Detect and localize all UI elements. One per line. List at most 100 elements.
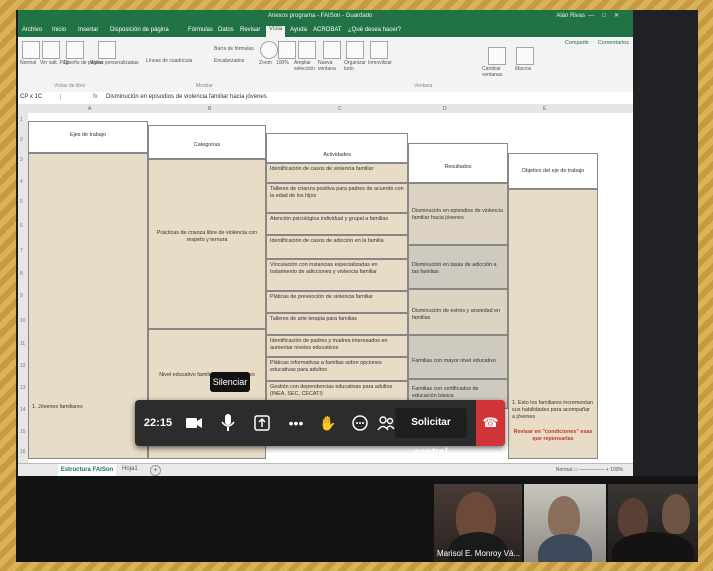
cell-resultado[interactable]: Disminución en tasas de adicción a las f… — [408, 245, 508, 289]
header-categorias[interactable]: Categorías — [148, 125, 266, 159]
switch-windows-label: Cambiar ventanas — [482, 66, 503, 78]
tab-ayuda[interactable]: Ayuda — [290, 27, 307, 33]
cell-actividad[interactable]: Identificación de padres y madres intere… — [266, 335, 408, 357]
freeze-panes-icon[interactable] — [370, 41, 388, 59]
row-header[interactable]: 6 — [20, 223, 23, 229]
participant-video-tile[interactable] — [524, 484, 606, 562]
cell-actividad[interactable]: Pláticas de prevención de violencia fami… — [266, 291, 408, 313]
column-header-e[interactable]: E — [543, 106, 546, 112]
maximize-icon[interactable]: □ — [602, 13, 614, 19]
add-sheet-icon[interactable]: + — [150, 465, 161, 476]
custom-views-icon[interactable] — [98, 41, 116, 59]
mute-tooltip: Silenciar — [210, 372, 250, 392]
row-header[interactable]: 13 — [20, 385, 26, 391]
tell-me-search[interactable]: ¿Qué desea hacer? — [348, 27, 401, 33]
header-ejes[interactable]: Ejes de trabajo — [28, 121, 148, 153]
tab-disposicion[interactable]: Disposición de página — [110, 27, 169, 33]
column-header-a[interactable]: A — [88, 106, 91, 112]
share-screen-icon[interactable] — [251, 411, 273, 435]
header-objetivo[interactable]: Objetivo del eje de trabajo — [508, 153, 598, 189]
row-header[interactable]: 4 — [20, 179, 23, 185]
tab-inicio[interactable]: Inicio — [52, 27, 66, 33]
row-header[interactable]: 2 — [20, 137, 23, 143]
cell-actividad[interactable]: Identificación de casos de adicción en l… — [266, 235, 408, 259]
fx-icon[interactable]: fx — [93, 94, 98, 100]
minimize-icon[interactable]: — — [588, 13, 602, 19]
tab-datos[interactable]: Datos — [218, 27, 234, 33]
cell-actividad[interactable]: Atención psicológica individual y grupal… — [266, 213, 408, 235]
normal-view-icon[interactable] — [22, 41, 40, 59]
row-header[interactable]: 5 — [20, 199, 23, 205]
tab-insertar[interactable]: Insertar — [78, 27, 98, 33]
cell-eje[interactable]: 1. Jóvenes familiares — [28, 153, 148, 459]
header-actividades[interactable]: Actividades — [266, 133, 408, 163]
cell-resultado[interactable]: Disminución en episodios de violencia fa… — [408, 183, 508, 245]
row-header[interactable]: 9 — [20, 293, 23, 299]
cell-actividad[interactable]: Talleres de crianza positiva para padres… — [266, 183, 408, 213]
tab-archivo[interactable]: Archivo — [22, 27, 42, 33]
row-header[interactable]: 3 — [20, 157, 23, 163]
name-box[interactable]: CP x 1C — [20, 94, 61, 100]
switch-windows-icon[interactable] — [488, 47, 506, 65]
new-window-icon[interactable] — [323, 41, 341, 59]
cell-actividad[interactable]: Pláticas informativas a familias sobre o… — [266, 357, 408, 381]
hang-up-button[interactable]: ☎ — [476, 400, 505, 446]
page-layout-icon[interactable] — [66, 41, 84, 59]
window-controls[interactable]: —□✕ — [588, 12, 627, 19]
request-control-button[interactable]: Solicitar control — [395, 408, 467, 458]
chat-icon[interactable] — [349, 411, 371, 435]
macros-icon[interactable] — [516, 47, 534, 65]
cell-objetivo[interactable]: 1. Esto los familiares incrementan sus h… — [508, 189, 598, 459]
header-resultados[interactable]: Resultados — [408, 143, 508, 183]
zoom-icon[interactable] — [260, 41, 278, 59]
page-break-icon[interactable] — [42, 41, 60, 59]
zoom-100-icon[interactable] — [278, 41, 296, 59]
column-header-c[interactable]: C — [338, 106, 342, 112]
formula-input[interactable]: Disminución en episodios de violencia fa… — [106, 94, 267, 100]
raise-hand-icon[interactable]: ✋ — [317, 411, 339, 435]
tab-vista[interactable]: Vista — [266, 26, 286, 37]
tab-acrobat[interactable]: ACROBAT — [313, 27, 342, 33]
column-header-b[interactable]: B — [208, 106, 211, 112]
cell-actividad[interactable]: Identificación de casos de violencia fam… — [266, 163, 408, 183]
gridlines-checkbox[interactable]: Líneas de cuadrícula — [146, 58, 192, 64]
comments-button[interactable]: Comentarios — [598, 40, 629, 46]
headings-checkbox[interactable]: Encabezados — [214, 58, 244, 64]
tab-revisar[interactable]: Revisar — [240, 27, 260, 33]
sheet-tab-estructura[interactable]: Estructura FAISon — [58, 464, 116, 476]
share-button[interactable]: Compartir — [565, 40, 589, 46]
row-header[interactable]: 16 — [20, 449, 26, 455]
row-header[interactable]: 14 — [20, 407, 26, 413]
cell-actividad[interactable]: Vinculación con instancias especializada… — [266, 259, 408, 291]
formula-bar-checkbox[interactable]: Barra de fórmulas — [214, 46, 254, 52]
participant-video-tile[interactable] — [608, 484, 698, 562]
row-header[interactable]: 1 — [20, 117, 23, 123]
row-header[interactable]: 12 — [20, 363, 26, 369]
cell-resultado[interactable]: Familias con mayor nivel educativo — [408, 335, 508, 379]
mic-icon[interactable] — [217, 411, 239, 435]
tab-formulas[interactable]: Fórmulas — [188, 27, 213, 33]
close-icon[interactable]: ✕ — [614, 13, 627, 19]
sheet-tab-hoja1[interactable]: Hoja1 — [122, 466, 138, 472]
ribbon-tabs: Archivo Inicio Insertar Disposición de p… — [18, 24, 633, 37]
zoom-selection-icon[interactable] — [298, 41, 316, 59]
user-name[interactable]: Alán Rivas — [556, 13, 585, 19]
arrange-all-icon[interactable] — [346, 41, 364, 59]
sheet-tabs-bar: Estructura FAISon Hoja1 + Normal ▭ —————… — [18, 463, 633, 476]
row-header[interactable]: 11 — [20, 341, 25, 347]
participants-icon[interactable] — [375, 411, 397, 435]
row-header[interactable]: 7 — [20, 248, 23, 254]
meeting-toolbar: 22:15 ••• ✋ Solicitar control ☎ — [135, 400, 505, 458]
row-header[interactable]: 15 — [20, 429, 26, 435]
normal-view-label: Normal — [20, 60, 37, 66]
camera-icon[interactable] — [183, 411, 205, 435]
row-header[interactable]: 10 — [20, 318, 26, 324]
cell-actividad[interactable]: Talleres de arte terapia para familias — [266, 313, 408, 335]
cell-categoria-1[interactable]: Prácticas de crianza libre de violencia … — [148, 159, 266, 329]
zoom-slider[interactable]: Normal ▭ ————— + 100% — [556, 467, 623, 473]
cell-resultado[interactable]: Disminución de estrés y ansiedad en fami… — [408, 289, 508, 335]
row-header[interactable]: 8 — [20, 271, 23, 277]
participant-video-tile[interactable]: Marisol E. Monroy Vá... — [434, 484, 522, 562]
more-options-icon[interactable]: ••• — [285, 411, 307, 435]
column-header-d[interactable]: D — [443, 106, 447, 112]
